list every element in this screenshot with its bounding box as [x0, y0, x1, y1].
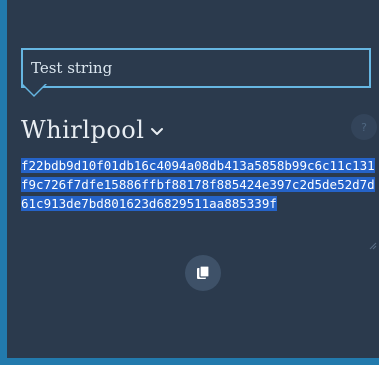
copy-button[interactable]: [185, 255, 221, 291]
panel-top: [7, 0, 379, 7]
help-label: ?: [361, 120, 367, 134]
hash-output[interactable]: f22bdb9d10f01db16c4094a08db413a5858b99c6…: [21, 156, 379, 252]
input-pointer-fill: [23, 84, 45, 95]
chevron-down-icon: [151, 128, 164, 135]
help-button[interactable]: ?: [351, 114, 377, 140]
hash-output-text: f22bdb9d10f01db16c4094a08db413a5858b99c6…: [21, 158, 375, 211]
text-input[interactable]: [23, 50, 369, 86]
resize-grip-icon[interactable]: [367, 240, 377, 250]
text-input-box[interactable]: [21, 48, 371, 88]
algorithm-name: Whirlpool: [21, 116, 145, 144]
algorithm-selector[interactable]: Whirlpool: [21, 112, 164, 148]
hash-panel: Whirlpool ? f22bdb9d10f01db16c4094a08db4…: [0, 0, 379, 365]
clipboard-icon: [197, 265, 210, 279]
